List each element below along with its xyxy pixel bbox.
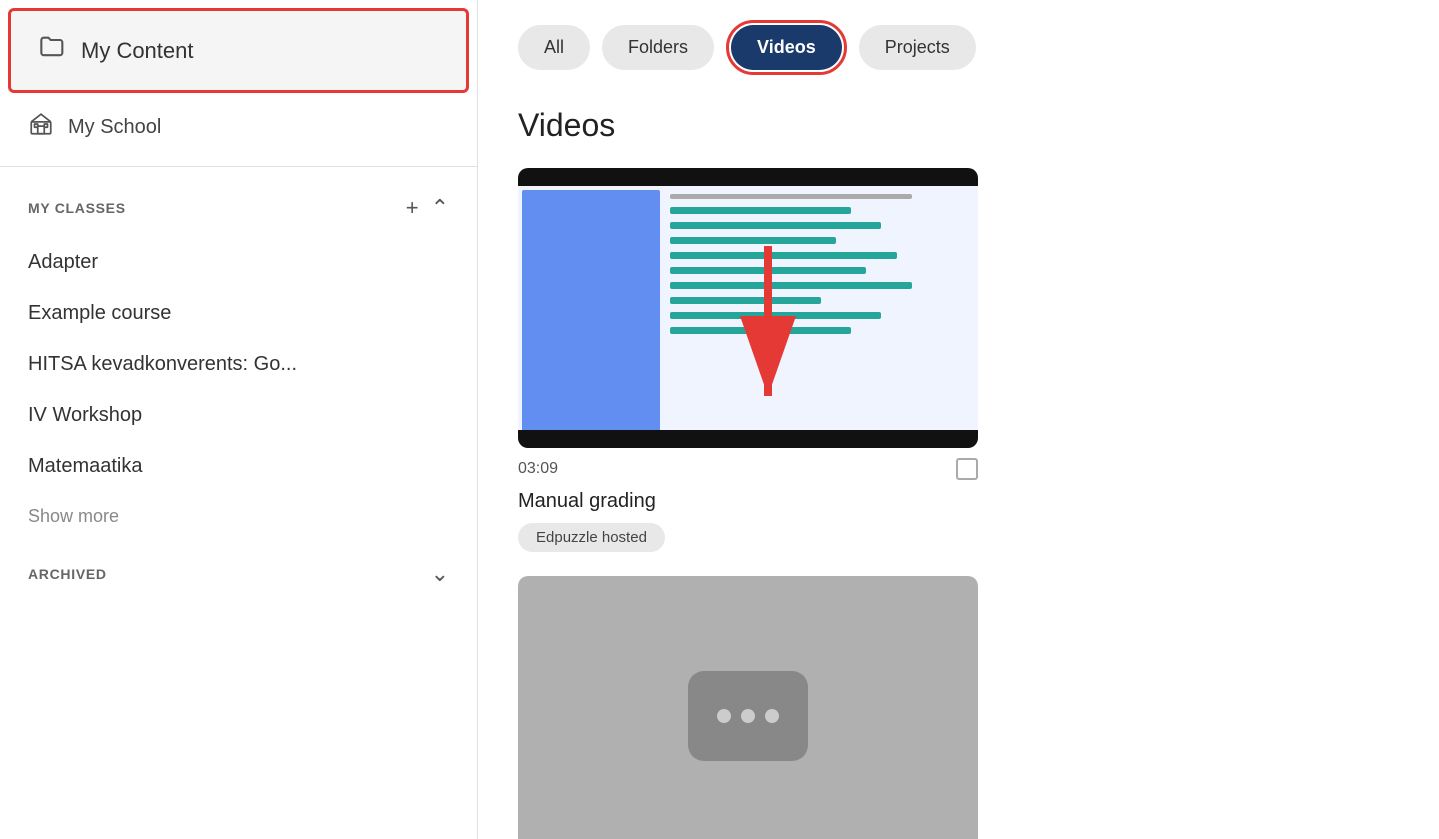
tab-folders[interactable]: Folders xyxy=(602,25,714,70)
expand-archived-button[interactable]: ⌄ xyxy=(431,561,449,587)
video-meta-1: 03:09 xyxy=(518,458,978,480)
sidebar-divider xyxy=(0,166,477,167)
add-class-button[interactable]: + xyxy=(406,195,419,221)
my-classes-title: MY CLASSES xyxy=(28,200,126,216)
archived-title: ARCHIVED xyxy=(28,566,107,582)
tab-all[interactable]: All xyxy=(518,25,590,70)
sidebar-item-iv-workshop[interactable]: IV Workshop xyxy=(0,390,477,441)
collapse-classes-button[interactable]: ⌃ xyxy=(431,195,449,221)
video-checkbox-1[interactable] xyxy=(956,458,978,480)
filter-tabs: All Folders Videos Projects xyxy=(518,20,1399,75)
my-classes-actions: + ⌃ xyxy=(406,195,449,221)
dot-1 xyxy=(717,709,731,723)
sidebar: My Content My School MY CLASSES + ⌃ Adap… xyxy=(0,0,478,839)
video-grid: 03:09 Manual grading Edpuzzle hosted 11:… xyxy=(518,168,1399,839)
sidebar-item-hitsa[interactable]: HITSA kevadkonverents: Go... xyxy=(0,339,477,390)
sidebar-item-adapter[interactable]: Adapter xyxy=(0,237,477,288)
video-tag-1: Edpuzzle hosted xyxy=(518,523,665,552)
sidebar-item-my-content[interactable]: My Content xyxy=(8,8,469,93)
video-card-gustar[interactable]: 11:33 1 ● Gustar xyxy=(518,576,978,839)
sidebar-item-my-school[interactable]: My School xyxy=(0,93,477,162)
school-icon xyxy=(28,111,54,144)
my-classes-header: MY CLASSES + ⌃ xyxy=(0,171,477,237)
sidebar-item-example-course[interactable]: Example course xyxy=(0,288,477,339)
section-title: Videos xyxy=(518,107,1399,144)
video-card-manual-grading[interactable]: 03:09 Manual grading Edpuzzle hosted xyxy=(518,168,978,552)
folder-icon xyxy=(39,33,67,68)
tab-projects[interactable]: Projects xyxy=(859,25,976,70)
video-title-1: Manual grading xyxy=(518,490,978,513)
main-content: All Folders Videos Projects Videos xyxy=(478,0,1439,839)
video-placeholder-icon xyxy=(688,671,808,761)
my-school-label: My School xyxy=(68,116,161,139)
dot-3 xyxy=(765,709,779,723)
video-thumbnail-2 xyxy=(518,576,978,839)
my-content-label: My Content xyxy=(81,38,194,64)
sidebar-item-matemaatika[interactable]: Matemaatika xyxy=(0,441,477,492)
archived-header: ARCHIVED ⌄ xyxy=(0,541,477,601)
video-thumbnail-1 xyxy=(518,168,978,448)
tab-videos[interactable]: Videos xyxy=(731,25,842,70)
dot-2 xyxy=(741,709,755,723)
tab-videos-wrapper: Videos xyxy=(726,20,847,75)
show-more-button[interactable]: Show more xyxy=(0,492,477,541)
video-duration-1: 03:09 xyxy=(518,460,558,478)
